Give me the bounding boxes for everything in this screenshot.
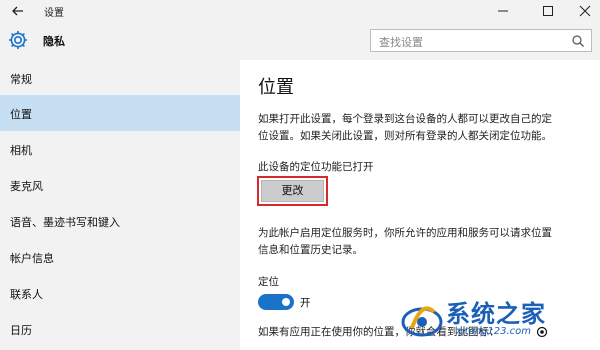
gear-icon: [7, 29, 29, 51]
section-title: 隐私: [43, 35, 65, 48]
minimize-button[interactable]: [488, 2, 518, 20]
page-title: 位置: [258, 77, 294, 98]
search-input[interactable]: 查找设置: [370, 29, 592, 52]
sidebar-item-label: 联系人: [10, 288, 43, 301]
watermark-text: 系统之家: [446, 300, 546, 328]
sidebar-item-label: 日历: [10, 324, 32, 337]
change-button[interactable]: 更改: [261, 180, 324, 202]
sidebar-item-label: 麦克风: [10, 180, 43, 193]
watermark: 系统之家 xitong123.com: [398, 290, 600, 350]
search-icon[interactable]: [571, 34, 585, 48]
sidebar-item-general[interactable]: 常规: [0, 60, 240, 96]
sidebar-item-calendar[interactable]: 日历: [0, 311, 240, 347]
sidebar: 常规 位置 相机 麦克风 语音、墨迹书写和键入 帐户信息 联系人 日历: [0, 60, 240, 350]
close-button[interactable]: [570, 2, 600, 20]
toggle-knob: [282, 298, 290, 306]
toggle-state-label: 开: [300, 297, 311, 309]
sidebar-item-location[interactable]: 位置: [0, 95, 240, 131]
sidebar-item-label: 相机: [10, 144, 32, 157]
sidebar-item-label: 语音、墨迹书写和键入: [10, 216, 120, 229]
title-bar: 设置: [0, 0, 600, 22]
maximize-button[interactable]: [533, 2, 563, 20]
back-arrow-icon[interactable]: [9, 2, 27, 20]
description-line: 为此帐户启用定位服务时，你所允许的应用和服务可以请求位置: [258, 227, 552, 239]
account-description: 为此帐户启用定位服务时，你所允许的应用和服务可以请求位置 信息和位置历史记录。: [258, 225, 596, 259]
device-location-status: 此设备的定位功能已打开: [258, 161, 374, 173]
window-title: 设置: [44, 8, 64, 19]
description-line: 位设置。如果关闭此设置，则对所有登录的人都关闭定位功能。: [258, 130, 552, 142]
sidebar-item-label: 常规: [10, 73, 32, 86]
description-line: 信息和位置历史记录。: [258, 244, 363, 256]
minimize-icon: [498, 10, 508, 12]
maximize-icon: [543, 6, 553, 16]
sidebar-item-label: 位置: [10, 108, 32, 121]
sidebar-item-label: 帐户信息: [10, 252, 54, 265]
location-toggle[interactable]: [258, 294, 294, 310]
location-description: 如果打开此设置，每个登录到这台设备的人都可以更改自己的定 位设置。如果关闭此设置…: [258, 111, 596, 145]
highlight-box: 更改: [257, 176, 328, 206]
sidebar-item-account-info[interactable]: 帐户信息: [0, 239, 240, 275]
watermark-url: xitong123.com: [456, 326, 532, 337]
header-bar: 隐私 查找设置: [0, 22, 600, 60]
location-toggle-label: 定位: [258, 276, 279, 288]
description-line: 如果打开此设置，每个登录到这台设备的人都可以更改自己的定: [258, 113, 552, 125]
close-icon: [579, 5, 591, 17]
sidebar-item-camera[interactable]: 相机: [0, 131, 240, 167]
sidebar-item-microphone[interactable]: 麦克风: [0, 167, 240, 203]
watermark-logo-icon: [400, 298, 444, 342]
sidebar-item-speech-inking-typing[interactable]: 语音、墨迹书写和键入: [0, 203, 240, 239]
search-placeholder: 查找设置: [379, 36, 423, 49]
sidebar-item-contacts[interactable]: 联系人: [0, 275, 240, 311]
